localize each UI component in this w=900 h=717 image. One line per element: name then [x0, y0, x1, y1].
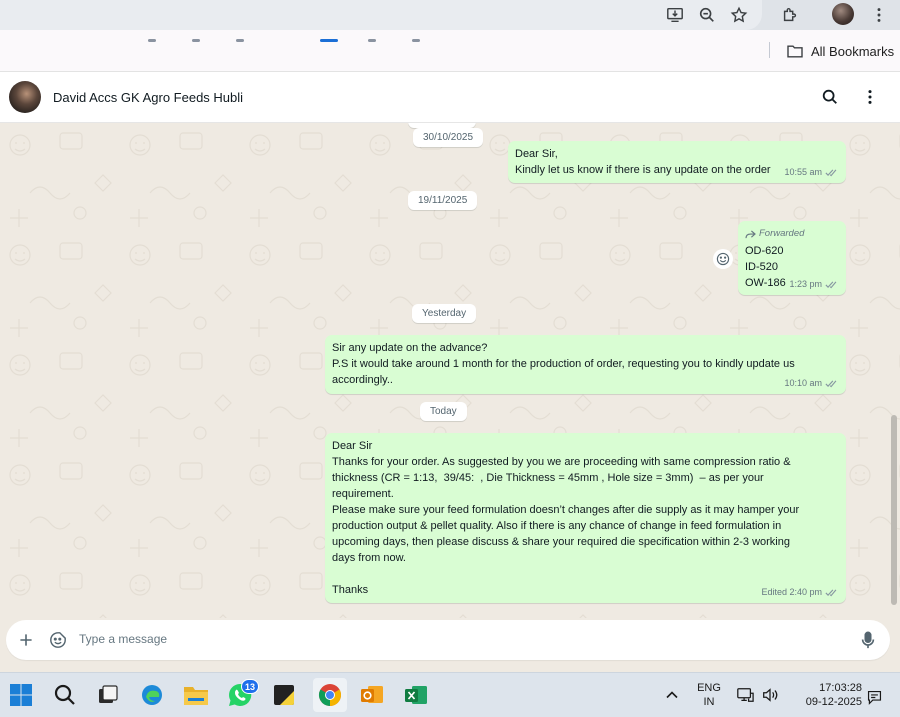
bookmark-star-icon[interactable] [728, 4, 750, 26]
folder-icon [787, 45, 803, 58]
browser-toolbar [0, 0, 900, 30]
task-view-icon[interactable] [94, 681, 122, 709]
message-bubble[interactable]: Sir any update on the advance? P.S it wo… [325, 335, 846, 394]
contact-name[interactable]: David Accs GK Agro Feeds Hubli [53, 90, 243, 105]
message-time: 1:23 pm [789, 279, 822, 289]
message-meta: 1:23 pm [789, 276, 839, 292]
message-line: accordingly.. [332, 374, 393, 386]
clock-date: 09-12-2025 [805, 696, 862, 708]
message-meta: Edited 2:40 pm [761, 584, 839, 600]
contact-avatar[interactable] [9, 81, 41, 113]
sticker-emoji-icon[interactable] [48, 630, 68, 650]
message-time: 10:10 am [784, 378, 822, 388]
profile-avatar[interactable] [832, 3, 854, 25]
extensions-icon[interactable] [779, 4, 801, 26]
message-composer: Type a message [6, 620, 890, 660]
message-meta: 10:55 am [784, 164, 839, 180]
date-chip: Yesterday [412, 304, 477, 323]
message-input[interactable]: Type a message [79, 632, 167, 646]
date-chip: 30/10/2025 [413, 128, 484, 147]
message-time: 10:55 am [784, 167, 822, 177]
message-line: upcoming days, then please discuss & sha… [332, 536, 790, 548]
message-line: ID-520 [745, 261, 779, 273]
outlook-running-indicator [368, 39, 376, 42]
message-line: P.S it would take around 1 month for the… [332, 358, 795, 370]
message-line [332, 566, 839, 582]
chrome-active-indicator [320, 39, 338, 42]
read-ticks-icon [825, 588, 837, 596]
message-line: Dear Sir [332, 440, 373, 452]
file-explorer-icon[interactable] [182, 681, 210, 709]
all-bookmarks-label: All Bookmarks [811, 43, 895, 59]
bookmarks-separator [769, 42, 770, 58]
region-code: IN [703, 696, 715, 708]
address-bar[interactable] [0, 0, 762, 30]
forwarded-label: Forwarded [745, 226, 839, 242]
message-line: Sir any update on the advance? [332, 342, 488, 354]
whatsapp-unread-badge: 13 [241, 679, 259, 694]
start-windows-icon[interactable] [7, 681, 35, 709]
notifications-icon[interactable] [864, 683, 884, 711]
chat-scrollbar[interactable] [891, 415, 897, 605]
chat-menu-icon[interactable] [860, 87, 880, 107]
clock[interactable]: 17:03:28 09-12-2025 [792, 681, 862, 709]
read-ticks-icon [825, 280, 837, 288]
attach-plus-icon[interactable] [16, 630, 36, 650]
taskbar-search-icon[interactable] [51, 681, 79, 709]
smiley-icon [716, 252, 730, 266]
message-line: OD-620 [745, 245, 784, 257]
message-bubble[interactable]: Dear Sir, Kindly let us know if there is… [508, 141, 846, 183]
forward-arrow-icon [745, 229, 756, 238]
emoji-reaction-button[interactable] [713, 249, 733, 269]
zoom-out-icon[interactable] [696, 4, 718, 26]
chat-panel[interactable]: 30/10/2025 Dear Sir, Kindly let us know … [0, 123, 900, 618]
forwarded-message-bubble[interactable]: Forwarded OD-620 ID-520 OW-186 1:23 pm [738, 221, 846, 295]
read-ticks-icon [825, 379, 837, 387]
chrome-menu-icon[interactable] [868, 4, 890, 26]
microphone-icon[interactable] [858, 630, 878, 650]
message-line: days from now. [332, 552, 406, 564]
edge-icon[interactable] [138, 681, 166, 709]
message-line: Please make sure your feed formulation d… [332, 504, 800, 516]
outlook-icon[interactable] [358, 681, 386, 709]
explorer-running-indicator [192, 39, 200, 42]
bookmarks-bar: All Bookmarks [0, 30, 900, 72]
message-line: thickness (CR = 1:13, 39/45: , Die Thick… [332, 472, 764, 484]
chevron-up-icon[interactable] [658, 681, 686, 709]
message-line: requirement. [332, 488, 394, 500]
clock-time: 17:03:28 [819, 682, 862, 694]
chrome-icon[interactable] [313, 678, 347, 712]
message-bubble[interactable]: Dear Sir Thanks for your order. As sugge… [325, 433, 846, 603]
language-indicator[interactable]: ENG IN [690, 681, 728, 709]
message-line: Thanks for your order. As suggested by y… [332, 456, 791, 468]
chat-header: David Accs GK Agro Feeds Hubli [0, 72, 900, 123]
edge-running-indicator [148, 39, 156, 42]
message-line: production output & pellet quality. Also… [332, 520, 782, 532]
date-chip: Today [420, 402, 467, 421]
read-ticks-icon [825, 168, 837, 176]
excel-icon[interactable] [402, 681, 430, 709]
network-icon[interactable] [734, 681, 756, 709]
message-meta: 10:10 am [784, 375, 839, 391]
message-time: Edited 2:40 pm [761, 587, 822, 597]
search-icon[interactable] [820, 87, 840, 107]
all-bookmarks-button[interactable]: All Bookmarks [787, 42, 894, 60]
date-chip: 19/11/2025 [408, 191, 478, 210]
excel-running-indicator [412, 39, 420, 42]
sticky-notes-icon[interactable] [270, 681, 298, 709]
install-app-icon[interactable] [664, 4, 686, 26]
volume-icon[interactable] [758, 681, 782, 709]
language-code: ENG [697, 682, 721, 694]
whatsapp-running-indicator [236, 39, 244, 42]
message-line: Dear Sir, [515, 148, 558, 160]
